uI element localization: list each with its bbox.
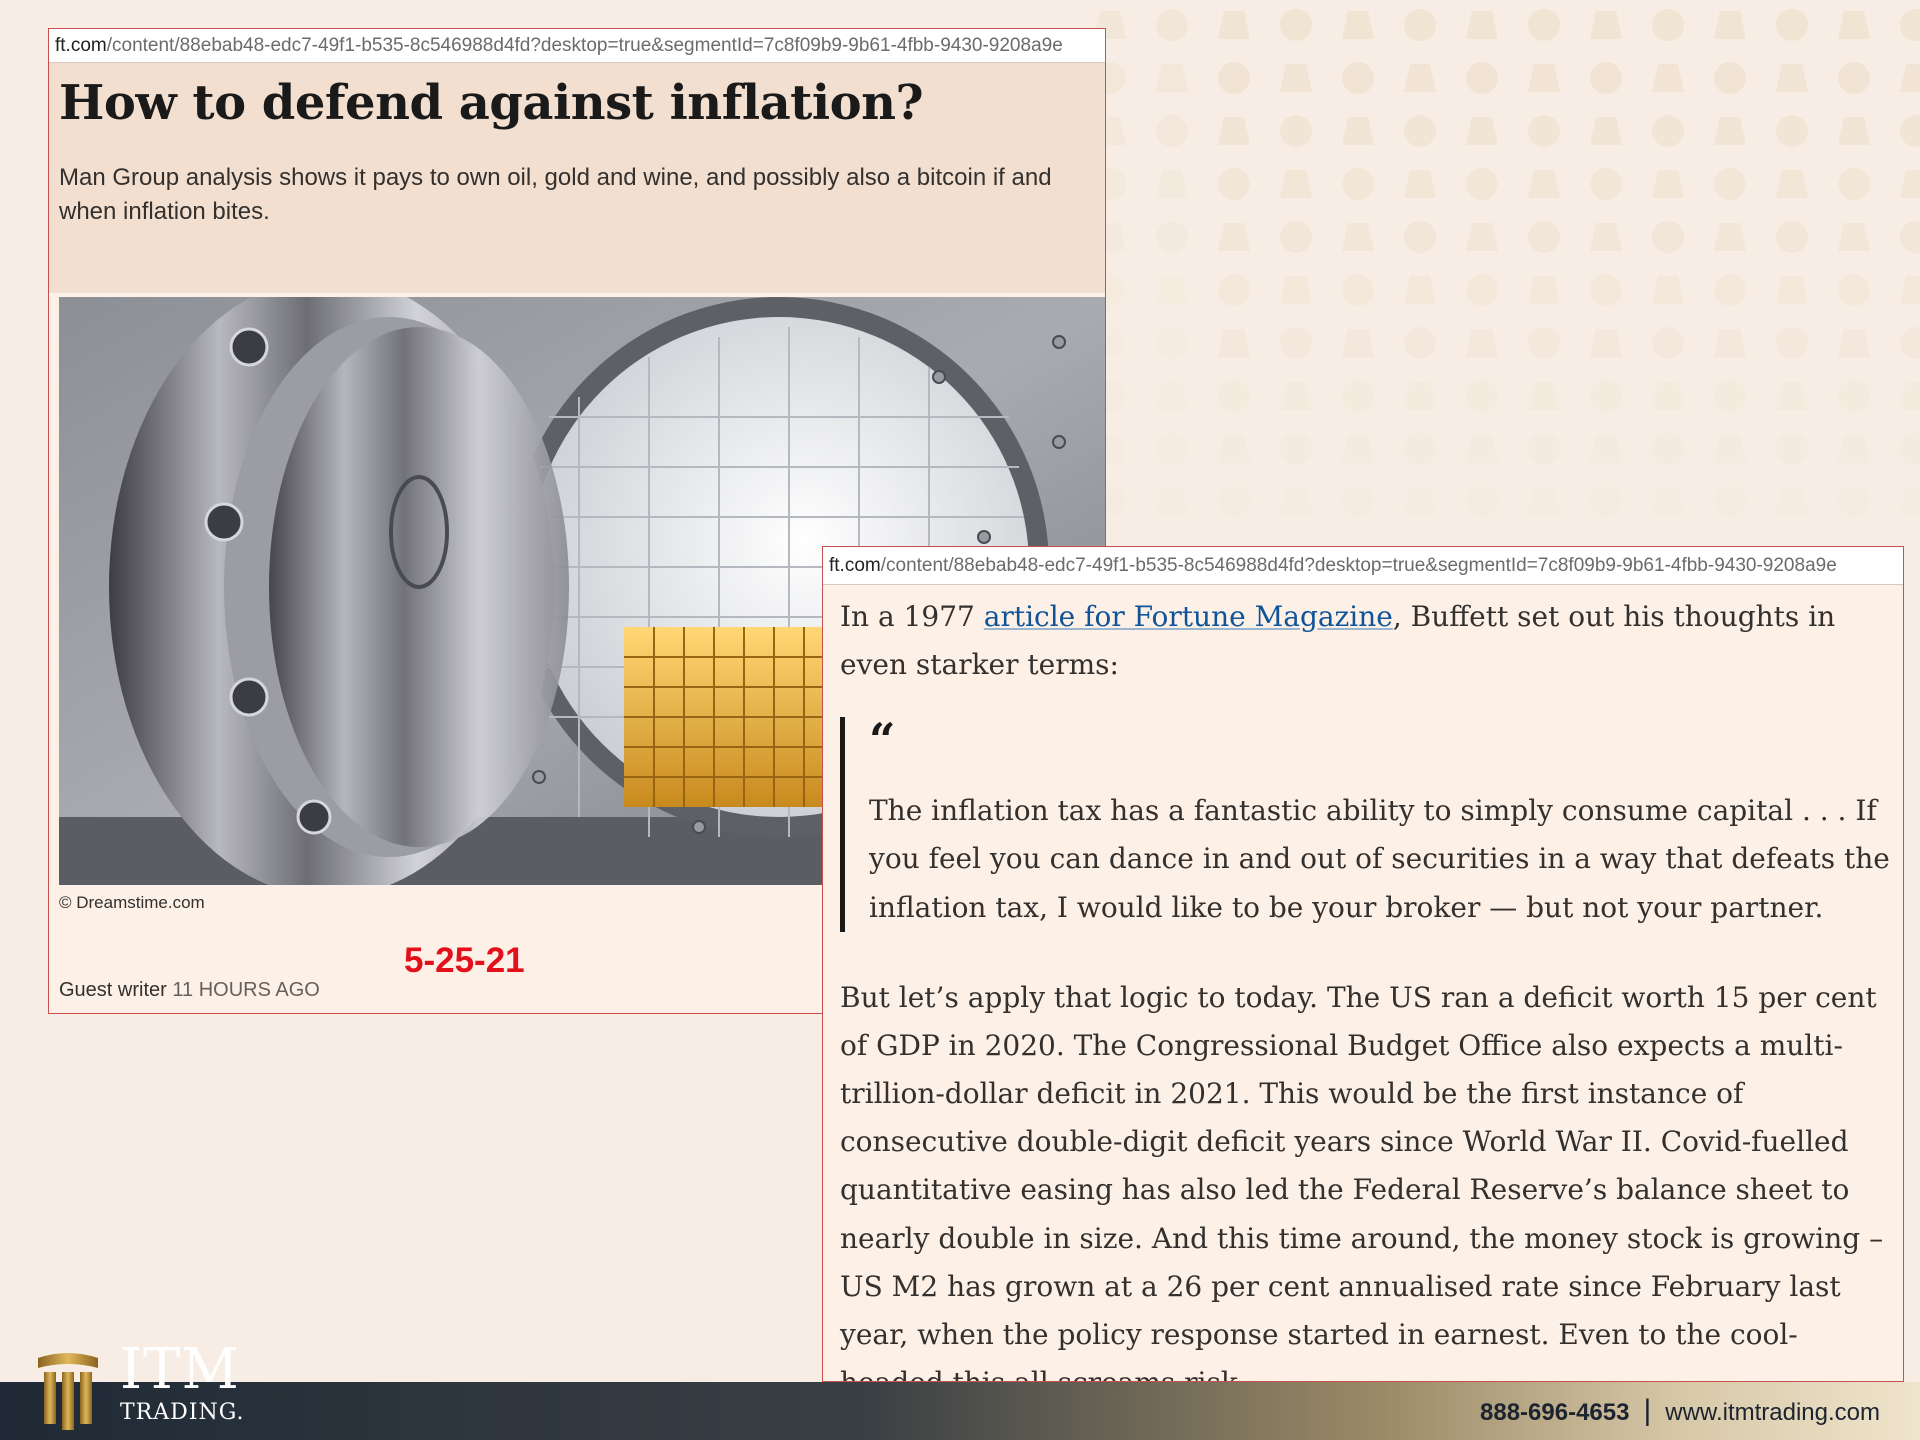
address-bar[interactable]: ft.com/content/88ebab48-edc7-49f1-b535-8… [49,29,1105,63]
byline: Guest writer 11 HOURS AGO [59,979,320,1002]
fortune-article-link[interactable]: article for Fortune Magazine [984,600,1393,633]
image-credit: © Dreamstime.com [59,893,205,912]
url-host: ft.com [829,555,881,576]
body-paragraph: But let’s apply that logic to today. The… [840,980,1884,1381]
date-stamp: 5-25-21 [404,941,525,980]
intro-paragraph: In a 1977 article for Fortune Magazine, … [840,593,1893,689]
intro-text-before: In a 1977 [840,600,984,633]
column-logo-icon [38,1353,98,1430]
article-standfirst: Man Group analysis shows it pays to own … [59,163,1052,226]
byline-time: 11 HOURS AGO [172,979,320,1001]
website-link[interactable]: www.itmtrading.com [1665,1399,1880,1426]
itm-trading-logo: ITM TRADING. [36,1340,266,1440]
url-path: /content/88ebab48-edc7-49f1-b535-8c54698… [106,35,1063,56]
background-pattern [1080,0,1920,560]
quote-text: The inflation tax has a fantastic abilit… [869,794,1890,924]
phone-number[interactable]: 888-696-4653 [1480,1399,1629,1426]
address-bar[interactable]: ft.com/content/88ebab48-edc7-49f1-b535-8… [823,547,1903,585]
pull-quote: “ The inflation tax has a fantastic abil… [840,713,1893,932]
url-path: /content/88ebab48-edc7-49f1-b535-8c54698… [880,555,1837,576]
contact-info: 888-696-4653 | www.itmtrading.com [1480,1382,1880,1440]
byline-author[interactable]: Guest writer [59,979,167,1001]
article-header: How to defend against inflation? Man Gro… [49,63,1105,293]
logo-wordmark: ITM [120,1337,240,1402]
contact-separator: | [1643,1394,1652,1427]
article-title: How to defend against inflation? [59,75,924,131]
article-screenshot-body: ft.com/content/88ebab48-edc7-49f1-b535-8… [822,546,1904,1382]
footer-bar: 888-696-4653 | www.itmtrading.com [0,1382,1920,1440]
url-host: ft.com [55,35,107,56]
quote-mark-icon: “ [869,713,896,768]
logo-subtext: TRADING. [120,1400,245,1425]
article-body: In a 1977 article for Fortune Magazine, … [823,585,1903,1381]
